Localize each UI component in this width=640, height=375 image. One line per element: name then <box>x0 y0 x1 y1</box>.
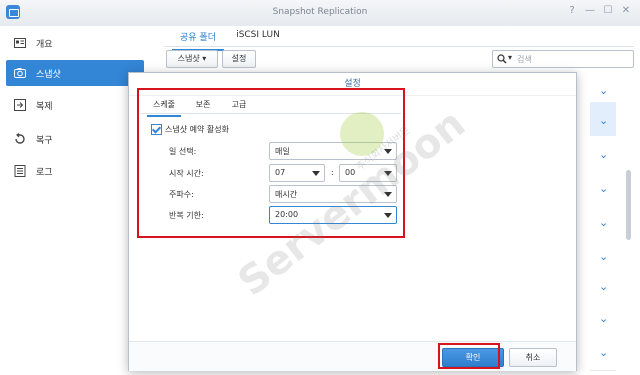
sidebar-item-snapshot[interactable]: 스냅샷 <box>6 60 144 86</box>
sidebar-item-label: 로그 <box>36 168 53 178</box>
settings-button[interactable]: 설정 <box>222 50 256 68</box>
main-tabs: 공유 폴더 iSCSI LUN <box>164 26 634 51</box>
sidebar-item-label: 개요 <box>36 40 53 50</box>
search-placeholder: 검색 <box>517 55 532 64</box>
sidebar-item-overview[interactable]: 개요 <box>6 30 144 56</box>
chevron-down-icon: ⌄ <box>599 84 609 97</box>
sidebar-item-replication[interactable]: 복제 <box>6 92 144 118</box>
list-item[interactable]: ⌄ <box>590 102 616 139</box>
sidebar-item-restore[interactable]: 복구 <box>6 126 144 152</box>
snapshot-menu-button[interactable]: 스냅샷 ▾ <box>166 50 218 68</box>
scrollbar[interactable] <box>626 170 631 240</box>
sidebar-item-log[interactable]: 로그 <box>6 158 144 184</box>
dialog-footer: 확인 취소 <box>129 341 576 371</box>
chevron-down-icon: ⌄ <box>599 312 609 325</box>
list-item[interactable]: ⌄ <box>590 334 616 371</box>
sidebar-item-label: 복구 <box>36 136 53 146</box>
chevron-down-icon: ⌄ <box>599 216 609 229</box>
log-icon <box>14 165 26 177</box>
sidebar-item-label: 복제 <box>36 102 53 112</box>
search-input[interactable]: ▾ 검색 <box>492 50 634 68</box>
list-item[interactable]: ⌄ <box>590 204 616 241</box>
help-icon[interactable]: ? <box>566 5 578 16</box>
chevron-down-icon: ⌄ <box>599 280 609 293</box>
close-icon[interactable]: ✕ <box>620 5 632 16</box>
list-item[interactable]: ⌄ <box>590 300 616 337</box>
camera-icon <box>14 68 26 78</box>
chevron-down-icon: ⌄ <box>599 182 609 195</box>
cancel-button[interactable]: 취소 <box>509 348 557 367</box>
list-item[interactable]: ⌄ <box>590 170 616 207</box>
chevron-down-icon: ⌄ <box>599 346 609 359</box>
replication-icon <box>14 99 26 111</box>
overview-icon <box>14 38 26 48</box>
chevron-down-icon: ⌄ <box>599 114 609 127</box>
title-bar: Snapshot Replication ? — ☐ ✕ <box>0 0 640 27</box>
maximize-icon[interactable]: ☐ <box>602 5 614 16</box>
tab-shared-folder[interactable]: 공유 폴더 <box>172 26 224 51</box>
search-icon <box>497 54 507 64</box>
chevron-down-icon: ⌄ <box>599 148 609 161</box>
window-title: Snapshot Replication <box>272 7 368 17</box>
chevron-down-icon: ⌄ <box>599 250 609 263</box>
restore-icon <box>15 133 25 144</box>
search-dropdown-icon: ▾ <box>508 53 513 62</box>
list-item[interactable]: ⌄ <box>590 136 616 173</box>
sidebar-item-label: 스냅샷 <box>36 70 61 80</box>
tab-iscsi-lun[interactable]: iSCSI LUN <box>230 26 286 49</box>
highlight-box-ok <box>438 343 500 369</box>
minimize-icon[interactable]: — <box>584 5 596 16</box>
